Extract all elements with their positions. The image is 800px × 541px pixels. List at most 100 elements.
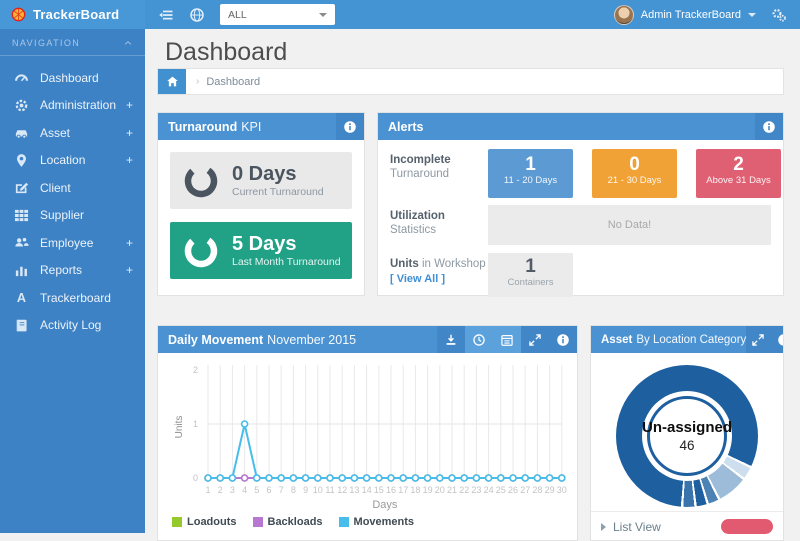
breadcrumb-separator: › bbox=[196, 76, 199, 87]
svg-text:22: 22 bbox=[459, 485, 469, 495]
caret-down-icon bbox=[319, 13, 327, 17]
list-view-label: List View bbox=[613, 520, 661, 534]
kpi-current-value: 0 Days bbox=[232, 163, 324, 185]
sidebar-section-label: NAVIGATION bbox=[12, 38, 80, 48]
sidebar-item-client[interactable]: Client + bbox=[0, 174, 145, 202]
legend-item: Backloads bbox=[253, 516, 323, 528]
clock-icon[interactable] bbox=[465, 326, 493, 353]
globe-icon[interactable] bbox=[189, 7, 205, 23]
utilization-nodata-box: No Data! bbox=[488, 205, 771, 245]
circle-notch-icon bbox=[183, 233, 219, 269]
svg-text:2: 2 bbox=[193, 365, 198, 375]
download-icon[interactable] bbox=[437, 326, 465, 353]
avatar[interactable] bbox=[614, 5, 634, 25]
filter-select[interactable]: ALL bbox=[220, 4, 335, 25]
alert-stat-box: 2Above 31 Days bbox=[696, 149, 781, 198]
svg-text:23: 23 bbox=[471, 485, 481, 495]
bar-chart-icon bbox=[14, 263, 29, 278]
svg-text:2: 2 bbox=[218, 485, 223, 495]
sidebar-item-asset[interactable]: Asset + bbox=[0, 119, 145, 147]
svg-text:0: 0 bbox=[193, 473, 198, 483]
kpi-last-month-turnaround: 5 Days Last Month Turnaround bbox=[170, 222, 352, 279]
view-all-link[interactable]: [ View All ] bbox=[390, 272, 445, 286]
info-icon[interactable] bbox=[770, 326, 783, 353]
breadcrumb-current: Dashboard bbox=[206, 76, 260, 88]
svg-text:10: 10 bbox=[313, 485, 323, 495]
alert-stat-value: 2 bbox=[696, 154, 781, 175]
expand-icon[interactable] bbox=[746, 326, 770, 353]
sidebar-item-location[interactable]: Location + bbox=[0, 147, 145, 175]
svg-text:1: 1 bbox=[205, 485, 210, 495]
alert-stat-label: 21 - 30 Days bbox=[592, 175, 677, 186]
svg-text:12: 12 bbox=[337, 485, 347, 495]
info-icon[interactable] bbox=[336, 113, 364, 140]
plus-icon: + bbox=[126, 236, 133, 250]
kpi-current-label: Current Turnaround bbox=[232, 186, 324, 198]
alert-stat-label: 11 - 20 Days bbox=[488, 175, 573, 186]
incomplete-turnaround-label: Incomplete Turnaround bbox=[390, 149, 488, 198]
svg-text:8: 8 bbox=[291, 485, 296, 495]
legend-swatch bbox=[172, 517, 182, 527]
svg-text:7: 7 bbox=[279, 485, 284, 495]
kpi-last-value: 5 Days bbox=[232, 233, 341, 255]
map-marker-icon bbox=[14, 153, 29, 168]
asset-donut-chart: Un-assigned 46 bbox=[616, 365, 758, 507]
svg-text:14: 14 bbox=[362, 485, 372, 495]
sidebar-item-employee[interactable]: Employee + bbox=[0, 229, 145, 257]
sidebar-item-trackerboard[interactable]: A Trackerboard + bbox=[0, 284, 145, 312]
breadcrumb: › Dashboard bbox=[157, 68, 784, 95]
sidebar-item-reports[interactable]: Reports + bbox=[0, 257, 145, 285]
alert-stat-value: 0 bbox=[592, 154, 677, 175]
top-navbar: TrackerBoard ALL Admin TrackerBoard bbox=[0, 0, 800, 29]
plus-icon: + bbox=[126, 126, 133, 140]
panel-turnaround-kpi: Turnaround KPI 0 Days Current Turnaround… bbox=[157, 112, 365, 296]
svg-text:Units: Units bbox=[174, 416, 185, 439]
svg-text:28: 28 bbox=[532, 485, 542, 495]
home-icon[interactable] bbox=[158, 69, 186, 94]
edit-icon bbox=[14, 180, 29, 195]
info-icon[interactable] bbox=[549, 326, 577, 353]
sidebar-item-dashboard[interactable]: Dashboard + bbox=[0, 64, 145, 92]
svg-text:24: 24 bbox=[484, 485, 494, 495]
sidebar-item-supplier[interactable]: Supplier + bbox=[0, 202, 145, 230]
donut-center-value: 46 bbox=[679, 438, 694, 453]
cogs-icon[interactable] bbox=[771, 7, 787, 23]
panel-asset-header: Asset By Location Category bbox=[591, 326, 783, 353]
svg-text:5: 5 bbox=[254, 485, 259, 495]
sidebar-menu: Dashboard + Administration + Asset + Loc… bbox=[0, 56, 145, 339]
svg-text:9: 9 bbox=[303, 485, 308, 495]
page-title: Dashboard bbox=[165, 38, 287, 67]
user-menu[interactable]: Admin TrackerBoard bbox=[641, 9, 741, 21]
panel-asset-by-location: Asset By Location Category Un-assigned 4… bbox=[590, 325, 784, 541]
legend-item: Movements bbox=[339, 516, 415, 528]
svg-text:6: 6 bbox=[266, 485, 271, 495]
panel-daily-movement: Daily Movement November 2015 012Units123… bbox=[157, 325, 578, 541]
legend-swatch bbox=[339, 517, 349, 527]
svg-text:3: 3 bbox=[230, 485, 235, 495]
calendar-icon[interactable] bbox=[493, 326, 521, 353]
brand-name: TrackerBoard bbox=[33, 7, 119, 22]
sidebar-section-header[interactable]: NAVIGATION bbox=[0, 29, 145, 56]
units-unit-label: Containers bbox=[488, 277, 573, 288]
chart-legend: LoadoutsBackloadsMovements bbox=[172, 516, 577, 528]
expand-icon[interactable] bbox=[521, 326, 549, 353]
svg-text:17: 17 bbox=[398, 485, 408, 495]
sidebar: NAVIGATION Dashboard + Administration + … bbox=[0, 29, 145, 533]
sidebar-item-activity-log[interactable]: Activity Log + bbox=[0, 312, 145, 340]
units-in-workshop-box: 1 Containers bbox=[488, 253, 573, 297]
sidebar-item-administration[interactable]: Administration + bbox=[0, 92, 145, 120]
panel-turnaround-header: Turnaround KPI bbox=[158, 113, 364, 140]
sidebar-toggle-icon[interactable] bbox=[158, 7, 174, 23]
units-in-workshop-label: Units in Workshop [ View All ] bbox=[390, 253, 488, 297]
alert-stat-box: 021 - 30 Days bbox=[592, 149, 677, 198]
alert-stat-value: 1 bbox=[488, 154, 573, 175]
panel-alerts: Alerts Incomplete Turnaround 111 - 20 Da… bbox=[377, 112, 784, 296]
brand-logo[interactable]: TrackerBoard bbox=[0, 0, 145, 29]
svg-text:25: 25 bbox=[496, 485, 506, 495]
info-icon[interactable] bbox=[755, 113, 783, 140]
plus-icon: + bbox=[126, 263, 133, 277]
circle-notch-icon bbox=[183, 163, 219, 199]
users-icon bbox=[14, 235, 29, 250]
list-view-row[interactable]: List View bbox=[591, 511, 783, 541]
incomplete-turnaround-stats: 111 - 20 Days 021 - 30 Days 2Above 31 Days bbox=[488, 149, 781, 198]
